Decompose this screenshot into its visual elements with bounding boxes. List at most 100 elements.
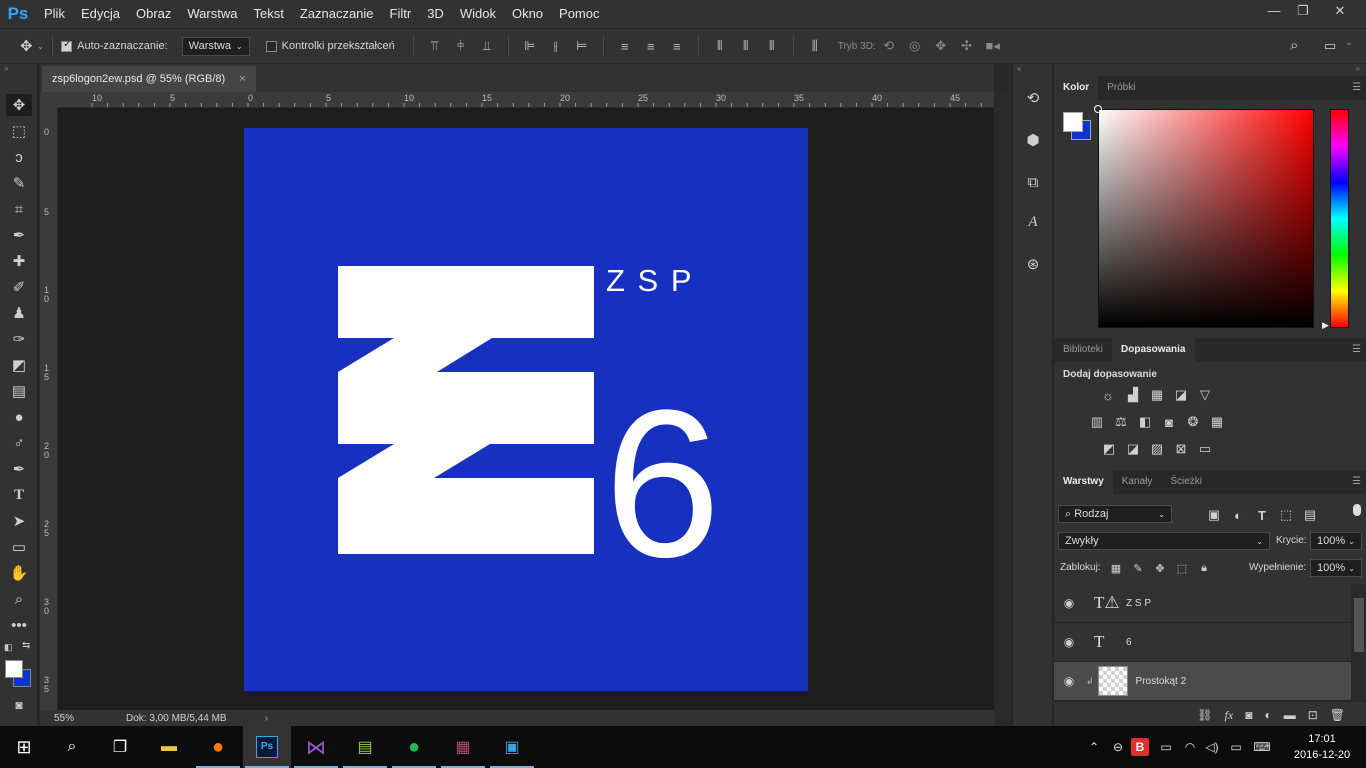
tab-kanaly[interactable]: Kanały [1113,470,1162,494]
add-mask-icon[interactable]: ◙ [1245,708,1252,722]
distribute-right-icon[interactable]: ⦀ [763,37,781,55]
fx-icon[interactable]: fx [1225,708,1234,723]
healing-brush-tool-icon[interactable]: ✚ [6,250,32,272]
orbit-3d-icon[interactable]: ⟲ [880,37,898,55]
blur-tool-icon[interactable]: ● [6,406,32,428]
color-picker-handle[interactable] [1094,105,1102,113]
pen-tool-icon[interactable]: ✒ [6,458,32,480]
document-tab[interactable]: zsp6logon2ew.psd @ 55% (RGB/8) × [42,66,256,92]
character-panel-icon[interactable]: A [1021,210,1045,234]
stamp-tool-icon[interactable]: ♟ [6,302,32,324]
curves-icon[interactable]: ▦ [1148,386,1166,404]
hue-slider[interactable] [1330,109,1349,328]
chevron-down-icon[interactable]: ⌄ [1345,37,1353,48]
clock[interactable]: 17:01 2016-12-20 [1288,731,1356,763]
tab-warstwy[interactable]: Warstwy [1054,470,1113,494]
opacity-input[interactable]: 100% ⌄ [1310,532,1362,550]
foreground-color-swatch[interactable] [1063,112,1083,132]
brush-panel-icon[interactable]: ⊛ [1021,252,1045,276]
workspace-icon[interactable]: ▭ [1324,38,1336,54]
layer-row[interactable]: ◉ T 6 [1054,623,1351,662]
rectangle-tool-icon[interactable]: ▭ [6,536,32,558]
color-balance-icon[interactable]: ⚖ [1112,413,1130,431]
menu-plik[interactable]: Plik [36,0,73,28]
fill-input[interactable]: 100% ⌄ [1310,559,1362,577]
panel-menu-icon[interactable]: ☰ [1352,344,1361,355]
blend-mode-dropdown[interactable]: Zwykły ⌄ [1058,532,1270,550]
align-right-icon[interactable]: ⊨ [573,37,591,55]
menu-widok[interactable]: Widok [452,0,504,28]
filter-pixel-icon[interactable]: ▣ [1205,506,1223,524]
status-menu-icon[interactable]: › [265,713,268,724]
eye-icon[interactable]: ◉ [1054,635,1084,649]
start-icon[interactable]: ⊞ [0,726,48,768]
align-hcenter-icon[interactable]: ⫲ [547,37,565,55]
notepad-plus-plus-icon[interactable]: ▤ [341,726,389,768]
3d-panel-icon[interactable]: ⬢ [1021,128,1045,152]
menu-okno[interactable]: Okno [504,0,551,28]
posterize-icon[interactable]: ◪ [1124,440,1142,458]
transform-controls-checkbox[interactable] [265,40,277,52]
collapse-icon[interactable]: » [1356,64,1360,73]
volume-icon[interactable]: ◁) [1203,738,1221,756]
hue-saturation-icon[interactable]: ▥ [1088,413,1106,431]
black-white-icon[interactable]: ◧ [1136,413,1154,431]
wifi-icon[interactable]: ◠ [1181,738,1199,756]
close-window-icon[interactable]: ✕ [1322,0,1358,22]
canvas-area[interactable]: Z S P 6 [58,108,994,710]
vibrance-icon[interactable]: ▽ [1196,386,1214,404]
spotify-icon[interactable]: ● [390,726,438,768]
distribute-top-icon[interactable]: ≡ [616,37,634,55]
tab-biblioteki[interactable]: Biblioteki [1054,338,1112,362]
vertical-scrollbar[interactable] [994,92,1010,726]
filter-smart-object-icon[interactable]: ▤ [1301,506,1319,524]
hue-slider-handle[interactable]: ▶ [1322,320,1329,331]
lasso-tool-icon[interactable]: ↄ [6,146,32,168]
eye-icon[interactable]: ◉ [1054,596,1084,610]
pan-3d-icon[interactable]: ✥ [932,37,950,55]
power-tray-icon[interactable]: ▭ [1157,738,1175,756]
more-tools-icon[interactable]: ••• [6,614,32,636]
move-tool-icon[interactable]: ✥ [20,37,33,55]
filter-shape-icon[interactable]: ⬚ [1277,506,1295,524]
vertical-ruler[interactable]: 0 5 1 0 1 5 2 0 2 5 3 0 3 5 [40,108,58,710]
keyboard-icon[interactable]: ⌨ [1253,738,1271,756]
gradient-map-icon[interactable]: ▭ [1196,440,1214,458]
lock-position-icon[interactable]: ✥ [1151,559,1169,577]
type-tool-icon[interactable]: T [6,484,32,506]
color-field[interactable] [1094,105,1314,328]
path-select-tool-icon[interactable]: ➤ [6,510,32,532]
horizontal-ruler[interactable]: 10 5 0 5 10 15 20 25 30 35 40 45 [58,92,994,108]
chevron-down-icon[interactable]: ⌄ [37,41,45,52]
search-icon[interactable]: ⌕ [1290,37,1298,54]
zoom-tool-icon[interactable]: ⌕ [6,588,32,610]
crop-tool-icon[interactable]: ⌗ [6,198,32,220]
tab-probki[interactable]: Próbki [1098,76,1144,100]
new-layer-icon[interactable]: ⊡ [1308,708,1318,722]
eraser-tool-icon[interactable]: ◩ [6,354,32,376]
photo-filter-icon[interactable]: ◙ [1160,413,1178,431]
winrar-icon[interactable]: ▦ [439,726,487,768]
brush-tool-icon[interactable]: ✐ [6,276,32,298]
link-tray-icon[interactable]: ⊖ [1109,738,1127,756]
scale-3d-icon[interactable]: ■◂ [984,37,1002,55]
delete-layer-icon[interactable]: 🗑︎ [1330,708,1345,722]
zoom-level[interactable]: 55% [54,713,90,724]
menu-warstwa[interactable]: Warstwa [179,0,245,28]
photoshop-taskbar-icon[interactable]: Ps [243,726,291,768]
move-tool-icon[interactable]: ✥ [6,94,32,116]
gradient-tool-icon[interactable]: ▤ [6,380,32,402]
align-vcenter-icon[interactable]: ⫩ [452,37,470,55]
brightness-icon[interactable]: ☼ [1099,386,1117,404]
lock-all-icon[interactable]: 🔒︎ [1195,559,1213,577]
b-tray-icon[interactable]: B [1131,738,1149,756]
menu-edycja[interactable]: Edycja [73,0,128,28]
filter-adjustment-icon[interactable]: ◐ [1229,506,1247,524]
collapse-icon[interactable]: » [4,64,8,73]
layers-scrollbar[interactable] [1351,584,1366,702]
selective-color-icon[interactable]: ⊠ [1172,440,1190,458]
notifications-tray-icon[interactable]: ▭ [1227,738,1245,756]
history-brush-tool-icon[interactable]: ✑ [6,328,32,350]
dodge-tool-icon[interactable]: ♂ [6,432,32,454]
quick-mask-icon[interactable]: ◙ [6,694,32,716]
